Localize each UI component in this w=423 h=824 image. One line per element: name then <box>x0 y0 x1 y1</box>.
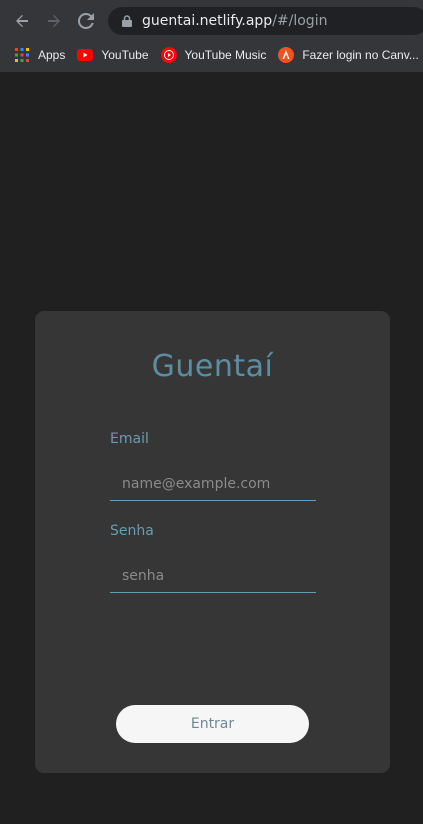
youtube-music-icon <box>160 47 177 63</box>
back-arrow-icon[interactable] <box>6 5 38 37</box>
browser-toolbar: guentai.netlify.app/#/login <box>0 0 423 42</box>
email-field[interactable] <box>110 467 316 501</box>
bookmark-apps[interactable]: Apps <box>8 42 71 68</box>
bookmark-canvas[interactable]: Fazer login no Canv... <box>272 42 423 68</box>
password-field[interactable] <box>110 559 316 593</box>
password-label: Senha <box>110 523 154 539</box>
forward-arrow-icon[interactable] <box>38 5 70 37</box>
reload-icon[interactable] <box>70 5 102 37</box>
canvas-icon <box>278 47 295 63</box>
email-label: Email <box>110 431 149 447</box>
lock-icon <box>120 14 134 28</box>
bookmark-label: Apps <box>38 48 66 62</box>
apps-grid-icon <box>14 47 30 63</box>
bookmark-youtube-music[interactable]: YouTube Music <box>155 42 273 68</box>
app-title: Guentaí <box>151 349 274 384</box>
url-text: guentai.netlify.app/#/login <box>142 13 327 29</box>
youtube-icon <box>77 47 94 63</box>
url-host: guentai.netlify.app <box>142 13 273 29</box>
bookmark-label: YouTube Music <box>184 48 267 62</box>
browser-chrome: guentai.netlify.app/#/login Apps YouTube <box>0 0 423 72</box>
login-button[interactable]: Entrar <box>116 705 309 743</box>
address-bar[interactable]: guentai.netlify.app/#/login <box>108 7 423 35</box>
bookmark-youtube[interactable]: YouTube <box>71 42 154 68</box>
bookmarks-bar: Apps YouTube YouTube Music Fazer login n… <box>0 40 423 70</box>
login-card: Guentaí Email Senha Entrar <box>35 311 390 773</box>
bookmark-label: Fazer login no Canv... <box>302 48 419 62</box>
bookmark-label: YouTube <box>101 48 149 62</box>
url-path: /#/login <box>272 13 328 29</box>
